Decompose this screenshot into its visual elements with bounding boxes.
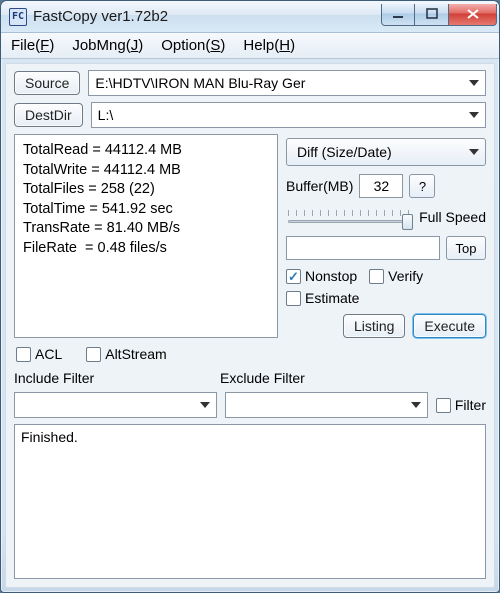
source-value: E:\HDTV\IRON MAN Blu-Ray Ger (95, 75, 305, 91)
estimate-checkbox[interactable]: Estimate (286, 290, 359, 306)
top-input[interactable] (286, 236, 440, 260)
destdir-button[interactable]: DestDir (14, 103, 83, 127)
maximize-button[interactable] (415, 4, 449, 26)
dropdown-arrow-icon (411, 402, 421, 408)
filter-label: Filter (455, 397, 486, 413)
main-window: FC FastCopy ver1.72b2 File(F) JobMng(J) … (0, 0, 500, 593)
destdir-combo[interactable]: L:\ (91, 102, 486, 128)
mode-combo[interactable]: Diff (Size/Date) (286, 138, 486, 166)
close-icon (466, 8, 480, 20)
filter-checkbox[interactable]: Filter (436, 397, 486, 413)
stats-box: TotalRead = 44112.4 MB TotalWrite = 4411… (14, 134, 278, 338)
source-combo[interactable]: E:\HDTV\IRON MAN Blu-Ray Ger (88, 70, 486, 96)
checkbox-icon (16, 347, 31, 362)
dropdown-arrow-icon (469, 112, 479, 118)
app-icon: FC (9, 8, 27, 26)
altstream-label: AltStream (105, 346, 166, 362)
mode-value: Diff (Size/Date) (297, 144, 392, 160)
estimate-label: Estimate (305, 290, 359, 306)
buffer-label: Buffer(MB) (286, 178, 353, 194)
slider-thumb-icon[interactable] (402, 214, 413, 230)
window-title: FastCopy ver1.72b2 (33, 8, 381, 25)
dropdown-arrow-icon (469, 80, 479, 86)
dropdown-arrow-icon (469, 149, 479, 155)
acl-label: ACL (35, 346, 62, 362)
checkbox-icon (436, 398, 451, 413)
checkbox-icon (286, 291, 301, 306)
include-filter-combo[interactable] (14, 392, 217, 418)
speed-label: Full Speed (419, 209, 486, 225)
checkbox-icon (86, 347, 101, 362)
exclude-filter-combo[interactable] (225, 392, 428, 418)
maximize-icon (426, 8, 438, 20)
menu-option[interactable]: Option(S) (161, 37, 225, 54)
execute-button[interactable]: Execute (413, 314, 486, 338)
log-box: Finished. (14, 424, 486, 579)
verify-checkbox[interactable]: Verify (369, 268, 423, 284)
client-area: Source E:\HDTV\IRON MAN Blu-Ray Ger Dest… (5, 63, 495, 588)
options-panel: Diff (Size/Date) Buffer(MB) 32 ? Full Sp… (286, 134, 486, 338)
nonstop-checkbox[interactable]: Nonstop (286, 268, 357, 284)
speed-slider[interactable] (286, 206, 413, 228)
altstream-checkbox[interactable]: AltStream (86, 346, 166, 362)
include-filter-label: Include Filter (14, 370, 208, 386)
minimize-icon (392, 8, 404, 20)
menubar: File(F) JobMng(J) Option(S) Help(H) (1, 33, 499, 59)
destdir-value: L:\ (98, 107, 114, 123)
buffer-input[interactable]: 32 (359, 174, 403, 198)
listing-button[interactable]: Listing (343, 314, 405, 338)
source-button[interactable]: Source (14, 71, 80, 95)
menu-jobmng[interactable]: JobMng(J) (72, 37, 143, 54)
exclude-filter-label: Exclude Filter (220, 370, 414, 386)
nonstop-label: Nonstop (305, 268, 357, 284)
checkbox-icon (286, 269, 301, 284)
buffer-help-button[interactable]: ? (409, 174, 435, 198)
menu-file[interactable]: File(F) (11, 37, 54, 54)
minimize-button[interactable] (381, 4, 415, 26)
top-button[interactable]: Top (446, 236, 486, 260)
verify-label: Verify (388, 268, 423, 284)
titlebar[interactable]: FC FastCopy ver1.72b2 (1, 1, 499, 33)
close-button[interactable] (449, 4, 497, 26)
menu-help[interactable]: Help(H) (243, 37, 295, 54)
acl-checkbox[interactable]: ACL (16, 346, 62, 362)
checkbox-icon (369, 269, 384, 284)
dropdown-arrow-icon (200, 402, 210, 408)
